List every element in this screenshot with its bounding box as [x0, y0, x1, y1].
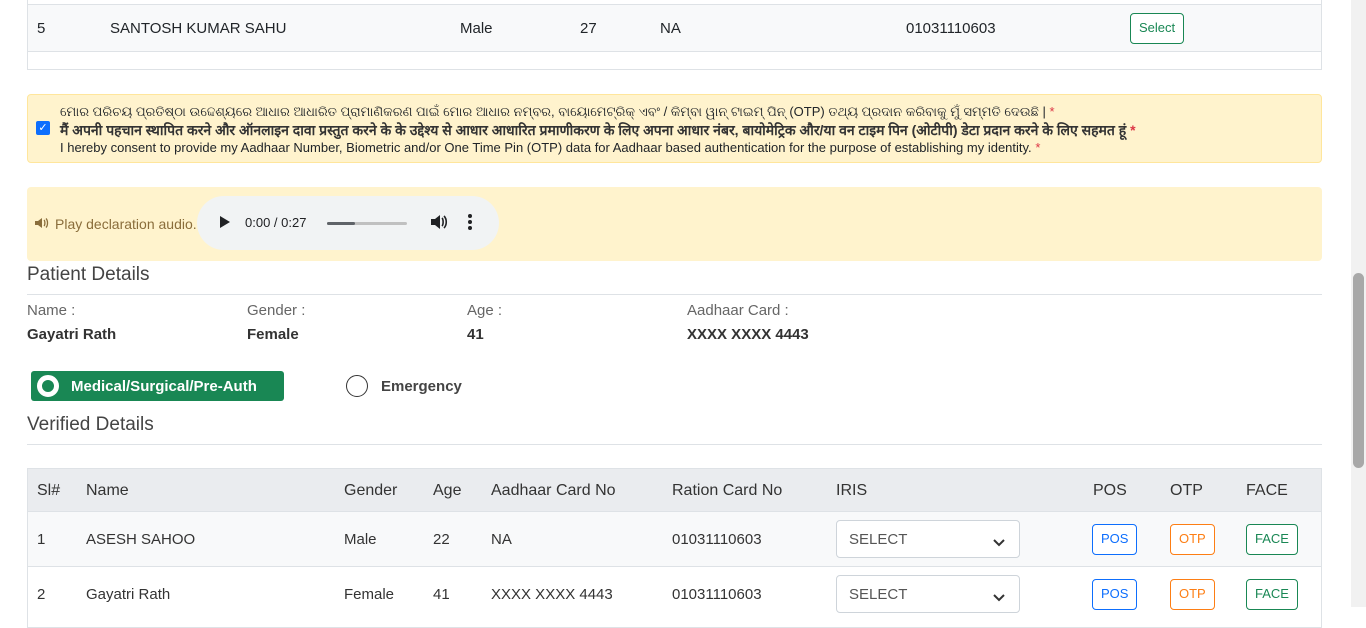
- gender-cell: Male: [460, 20, 493, 37]
- aadhaar-cell: XXXX XXXX 4443: [491, 586, 613, 603]
- audio-player[interactable]: 0:00 / 0:27: [197, 196, 499, 250]
- required-mark: *: [1035, 140, 1041, 155]
- gender-cell: Female: [344, 586, 395, 603]
- chevron-down-icon: [993, 534, 1005, 551]
- speaker-icon: [35, 216, 51, 232]
- verified-details-table: Sl# Name Gender Age Aadhaar Card No Rati…: [27, 468, 1322, 628]
- iris-select[interactable]: SELECT: [836, 575, 1020, 613]
- name-label: Name :: [27, 302, 76, 319]
- name-cell: SANTOSH KUMAR SAHU: [110, 20, 287, 37]
- header-sl: Sl#: [37, 482, 61, 499]
- consent-english: I hereby consent to provide my Aadhaar N…: [60, 140, 1040, 155]
- aadhaar-label: Aadhaar Card :: [687, 302, 789, 319]
- consent-english-text: I hereby consent to provide my Aadhaar N…: [60, 140, 1032, 155]
- pos-button[interactable]: POS: [1092, 579, 1138, 610]
- header-pos: POS: [1093, 482, 1127, 499]
- patient-age: 41: [467, 326, 484, 343]
- iris-select-value: SELECT: [849, 586, 908, 603]
- pos-button[interactable]: POS: [1092, 524, 1138, 555]
- verified-details-title: Verified Details: [27, 414, 1322, 445]
- table-header: Sl# Name Gender Age Aadhaar Card No Rati…: [28, 469, 1321, 511]
- volume-icon[interactable]: [430, 213, 448, 236]
- header-age: Age: [433, 482, 462, 499]
- radio-selected-icon: [37, 375, 59, 397]
- ration-cell: 01031110603: [672, 586, 762, 603]
- age-label: Age :: [467, 302, 503, 319]
- consent-checkbox[interactable]: ✓: [36, 121, 50, 135]
- consent-odia: ମୋର ପରିଚୟ ପ୍ରତିଷ୍ଠା ଉଦ୍ଦେଶ୍ୟରେ ଆଧାର ଆଧାର…: [60, 104, 1055, 120]
- patient-name: Gayatri Rath: [27, 326, 117, 343]
- page-scrollbar[interactable]: [1351, 0, 1366, 607]
- patient-gender: Female: [247, 326, 299, 343]
- header-face: FACE: [1246, 482, 1288, 499]
- header-otp: OTP: [1170, 482, 1203, 499]
- aadhaar-cell: NA: [491, 531, 512, 548]
- consent-hindi-text: मैं अपनी पहचान स्थापित करने और ऑनलाइन दा…: [60, 122, 1127, 138]
- sl-cell: 2: [37, 586, 46, 603]
- case-type-medical-label: Medical/Surgical/Pre-Auth: [71, 378, 257, 395]
- iris-select-value: SELECT: [849, 531, 908, 548]
- consent-odia-text: ମୋର ପରିଚୟ ପ୍ରତିଷ୍ଠା ଉଦ୍ଦେଶ୍ୟରେ ଆଧାର ଆଧାର…: [60, 104, 1046, 119]
- header-name: Name: [86, 482, 129, 499]
- otp-button[interactable]: OTP: [1170, 579, 1215, 610]
- case-type-emergency-radio[interactable]: [346, 375, 368, 397]
- age-cell: 22: [433, 531, 450, 548]
- ration-cell: 01031110603: [672, 531, 762, 548]
- patient-aadhaar: XXXX XXXX 4443: [687, 326, 809, 343]
- patient-details-title: Patient Details: [27, 264, 1322, 295]
- audio-label: Play declaration audio.: [35, 216, 197, 232]
- audio-label-text: Play declaration audio.: [55, 216, 197, 232]
- consent-box: ✓ ମୋର ପରିଚୟ ପ୍ରତିଷ୍ଠା ଉଦ୍ଦେଶ୍ୟରେ ଆଧାର ଆଧ…: [27, 94, 1322, 163]
- name-cell: Gayatri Rath: [86, 586, 171, 603]
- required-mark: *: [1049, 104, 1055, 119]
- case-type-medical-radio[interactable]: Medical/Surgical/Pre-Auth: [31, 371, 284, 401]
- audio-progress-fill: [327, 222, 355, 225]
- otp-button[interactable]: OTP: [1170, 524, 1215, 555]
- age-cell: 41: [433, 586, 450, 603]
- case-type-emergency-label[interactable]: Emergency: [381, 378, 462, 395]
- gender-label: Gender :: [247, 302, 306, 319]
- header-ration: Ration Card No: [672, 482, 783, 499]
- face-button[interactable]: FACE: [1246, 579, 1298, 610]
- audio-declaration-box: Play declaration audio. 0:00 / 0:27: [27, 187, 1322, 261]
- age-cell: 27: [580, 20, 597, 37]
- table-row: 5 SANTOSH KUMAR SAHU Male 27 NA 01031110…: [28, 4, 1321, 52]
- play-icon[interactable]: [219, 215, 231, 234]
- sl-cell: 1: [37, 531, 46, 548]
- header-aadhaar: Aadhaar Card No: [491, 482, 616, 499]
- face-button[interactable]: FACE: [1246, 524, 1298, 555]
- aadhaar-cell: NA: [660, 20, 681, 37]
- required-mark: *: [1130, 122, 1136, 138]
- table-row: 1 ASESH SAHOO Male 22 NA 01031110603 SEL…: [28, 511, 1321, 566]
- sl-cell: 5: [37, 20, 46, 37]
- more-options-icon[interactable]: [467, 213, 473, 236]
- name-cell: ASESH SAHOO: [86, 531, 196, 548]
- scrollbar-thumb[interactable]: [1353, 273, 1364, 468]
- select-member-button[interactable]: Select: [1130, 13, 1185, 44]
- ration-cell: 01031110603: [906, 20, 996, 37]
- iris-select[interactable]: SELECT: [836, 520, 1020, 558]
- header-gender: Gender: [344, 482, 398, 499]
- gender-cell: Male: [344, 531, 377, 548]
- consent-hindi: मैं अपनी पहचान स्थापित करने और ऑनलाइन दा…: [60, 121, 1136, 140]
- chevron-down-icon: [993, 589, 1005, 606]
- header-iris: IRIS: [836, 482, 868, 499]
- table-row: 2 Gayatri Rath Female 41 XXXX XXXX 4443 …: [28, 566, 1321, 621]
- family-members-table: 5 SANTOSH KUMAR SAHU Male 27 NA 01031110…: [27, 0, 1322, 70]
- audio-time: 0:00 / 0:27: [245, 215, 307, 230]
- audio-seek-slider[interactable]: [327, 222, 407, 225]
